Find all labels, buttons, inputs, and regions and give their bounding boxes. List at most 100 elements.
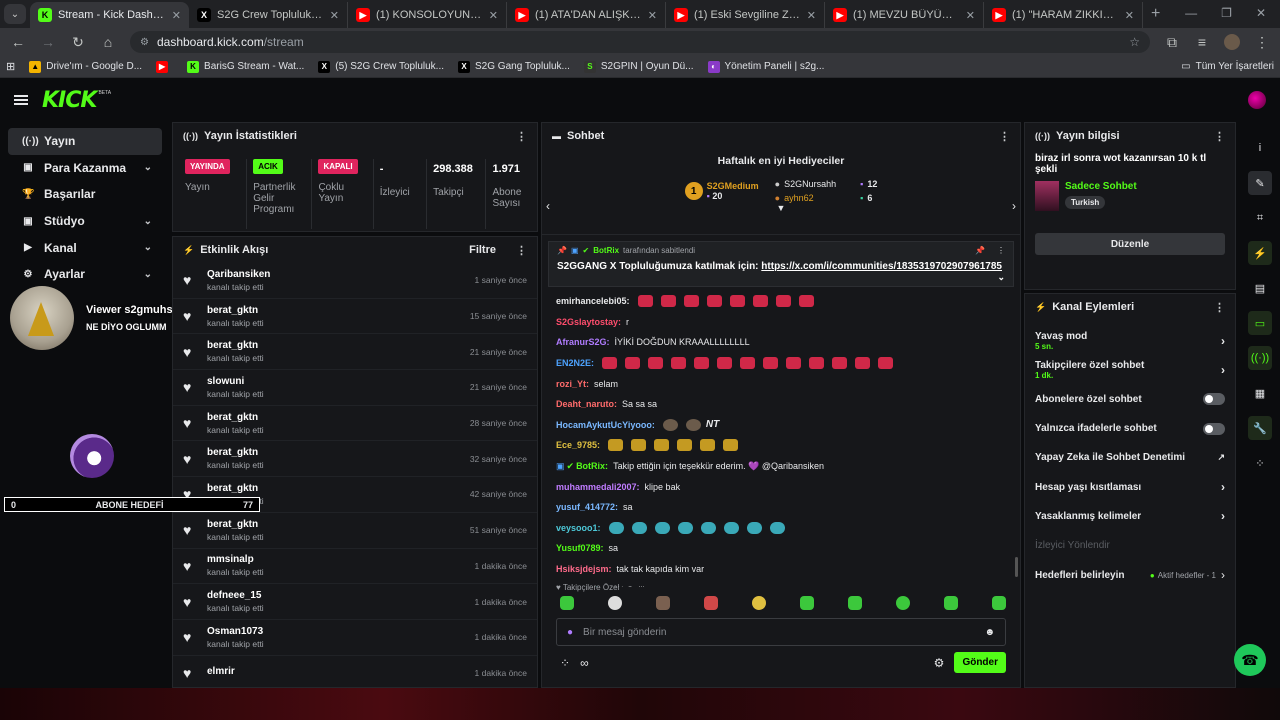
emote-quick[interactable] (848, 596, 862, 610)
emote-quick[interactable] (656, 596, 670, 610)
site-info-icon[interactable]: ⚙ (140, 37, 149, 48)
chat-username[interactable]: veysooo1: (556, 523, 601, 533)
emote-quick[interactable] (608, 596, 622, 610)
activity-user[interactable]: mmsinalp (207, 554, 264, 565)
chat-username[interactable]: rozi_Yt: (556, 379, 589, 389)
send-button[interactable]: Gönder (954, 652, 1006, 673)
chevron-down-icon[interactable]: ⌄ (144, 242, 152, 253)
next-arrow-icon[interactable]: › (1012, 199, 1016, 213)
toggle-switch[interactable] (1203, 393, 1225, 406)
home-icon[interactable]: ⌂ (100, 34, 116, 50)
points-icon[interactable]: ⁘ (560, 656, 570, 670)
sidebar-item[interactable]: ⚙ Ayarlar ⌄ (8, 261, 162, 288)
bookmark-star-icon[interactable]: ☆ (1129, 35, 1140, 49)
chat-username[interactable]: emirhancelebi05: (556, 296, 630, 306)
tab-search-button[interactable]: ⌄ (4, 4, 26, 24)
chat-settings-icon[interactable]: ⚙ (934, 656, 945, 670)
browser-tab[interactable]: K Stream - Kick Dashboard ✕ (30, 2, 189, 28)
channel-action[interactable]: Yapay Zeka ile Sohbet Denetimi ↗ (1025, 443, 1235, 472)
chat-scrollbar[interactable] (1015, 557, 1018, 577)
extensions-icon[interactable]: ⧉ (1164, 34, 1180, 51)
chat-icon[interactable]: ▭ (1248, 311, 1272, 335)
emote-quick[interactable] (944, 596, 958, 610)
more-icon[interactable]: ⋮ (999, 130, 1010, 143)
media-icon[interactable]: ≡ (1194, 34, 1210, 50)
reload-icon[interactable]: ↻ (70, 34, 86, 51)
collapse-icon[interactable]: ▼ (542, 203, 1020, 213)
bookmark[interactable]: X S2G Gang Topluluk... (458, 60, 570, 73)
close-tab-icon[interactable]: ✕ (807, 9, 816, 22)
chevron-right-icon[interactable]: › (1221, 363, 1225, 377)
sidebar-item[interactable]: ((·)) Yayın (8, 128, 162, 155)
chat-username[interactable]: Hsiksjdejsm: (556, 564, 612, 574)
channel-action[interactable]: Abonelere özel sohbet (1025, 385, 1235, 414)
chevron-right-icon[interactable]: › (1221, 480, 1225, 494)
chat-username[interactable]: Deaht_naruto: (556, 399, 617, 409)
more-icon[interactable]: ⋮ (1214, 130, 1225, 143)
chat-username[interactable]: BotRix: (576, 461, 608, 471)
pinned-link[interactable]: https://x.com/i/communities/183531970290… (761, 261, 1002, 272)
bookmark[interactable]: ▶ (156, 60, 173, 73)
sidebar-item[interactable]: ▣ Stüdyo ⌄ (8, 208, 162, 235)
external-link-icon[interactable]: ↗ (1217, 452, 1225, 463)
activity-user[interactable]: Osman1073 (207, 626, 264, 637)
sidebar-item[interactable]: ▶ Kanal ⌄ (8, 234, 162, 261)
close-tab-icon[interactable]: ✕ (966, 9, 975, 22)
unpin-icon[interactable]: 📌 (975, 246, 985, 255)
address-bar[interactable]: ⚙ dashboard.kick.com/stream ☆ (130, 31, 1150, 53)
bookmark[interactable]: ▲ Drive'ım - Google D... (29, 60, 142, 73)
chevron-right-icon[interactable]: › (1221, 568, 1225, 582)
edit-button[interactable]: Düzenle (1035, 233, 1225, 255)
gifter-second[interactable]: ● S2GNursahh ▪ 12 (775, 179, 878, 189)
all-bookmarks[interactable]: ▭ Tüm Yer İşaretleri (1181, 61, 1274, 72)
menu-hamburger-icon[interactable] (14, 95, 28, 105)
chat-username[interactable]: EN2N2E: (556, 358, 594, 368)
category-name[interactable]: Sadece Sohbet (1065, 181, 1137, 192)
chat-username[interactable]: Yusuf0789: (556, 543, 604, 553)
close-tab-icon[interactable]: ✕ (648, 9, 657, 22)
browser-menu-icon[interactable]: ⋮ (1254, 34, 1270, 51)
crop-icon[interactable]: ⌗ (1248, 206, 1272, 230)
more-icon[interactable]: ⋮ (516, 244, 527, 257)
wrench-icon[interactable]: 🔧 (1248, 416, 1272, 440)
emote-quick[interactable] (992, 596, 1006, 610)
close-tab-icon[interactable]: ✕ (489, 9, 498, 22)
activity-user[interactable]: berat_gktn (207, 447, 264, 458)
apps-grid-icon[interactable]: ⊞ (6, 60, 15, 73)
activity-user[interactable]: elmrir (207, 666, 235, 677)
emote-quick[interactable] (560, 596, 574, 610)
browser-tab[interactable]: X S2G Crew Topluluk / X ✕ (189, 2, 348, 28)
pinned-more-icon[interactable]: ⋮ (997, 246, 1005, 255)
activity-user[interactable]: berat_gktn (207, 483, 264, 494)
chat-username[interactable]: Ece_9785: (556, 440, 600, 450)
back-icon[interactable]: ← (10, 34, 26, 50)
filter-button[interactable]: Filtre (469, 244, 496, 256)
activity-user[interactable]: berat_gktn (207, 519, 264, 530)
document-icon[interactable]: ▤ (1248, 276, 1272, 300)
forward-icon[interactable]: → (40, 34, 56, 50)
mic-icon[interactable]: ● (567, 627, 573, 638)
channel-action[interactable]: Yalnızca ifadelerle sohbet (1025, 414, 1235, 443)
bookmark[interactable]: K BarisG Stream - Wat... (187, 60, 304, 73)
bookmark[interactable]: S S2GPIN | Oyun Dü... (583, 60, 694, 73)
close-tab-icon[interactable]: ✕ (330, 9, 339, 22)
dots-icon[interactable]: ⁘ (1248, 451, 1272, 475)
sidebar-item[interactable]: 🏆 Başarılar (8, 181, 162, 208)
close-tab-icon[interactable]: ✕ (172, 9, 181, 22)
chevron-down-icon[interactable]: ⌄ (144, 269, 152, 280)
chat-username[interactable]: yusuf_414772: (556, 502, 618, 512)
user-avatar[interactable] (1248, 91, 1266, 109)
chevron-down-icon[interactable]: ⌄ (144, 162, 152, 173)
browser-tab[interactable]: ▶ (1) KONSOLOYUNP*RNO | Mad ✕ (348, 2, 507, 28)
toggle-switch[interactable] (1203, 422, 1225, 435)
expand-icon[interactable]: ⌄ (997, 272, 1005, 283)
lightning-icon[interactable]: ⚡ (1248, 241, 1272, 265)
bookmark[interactable]: ◐ Yönetim Paneli | s2g... (707, 60, 824, 73)
chat-username[interactable]: AfranurS2G: (556, 337, 610, 347)
activity-user[interactable]: berat_gktn (207, 305, 264, 316)
maximize-button[interactable]: ❐ (1221, 6, 1232, 20)
close-tab-icon[interactable]: ✕ (1125, 9, 1134, 22)
category[interactable]: Sadece Sohbet Turkish (1025, 179, 1235, 213)
more-icon[interactable]: ⋮ (1214, 301, 1225, 314)
layout-icon[interactable]: ▦ (1248, 381, 1272, 405)
